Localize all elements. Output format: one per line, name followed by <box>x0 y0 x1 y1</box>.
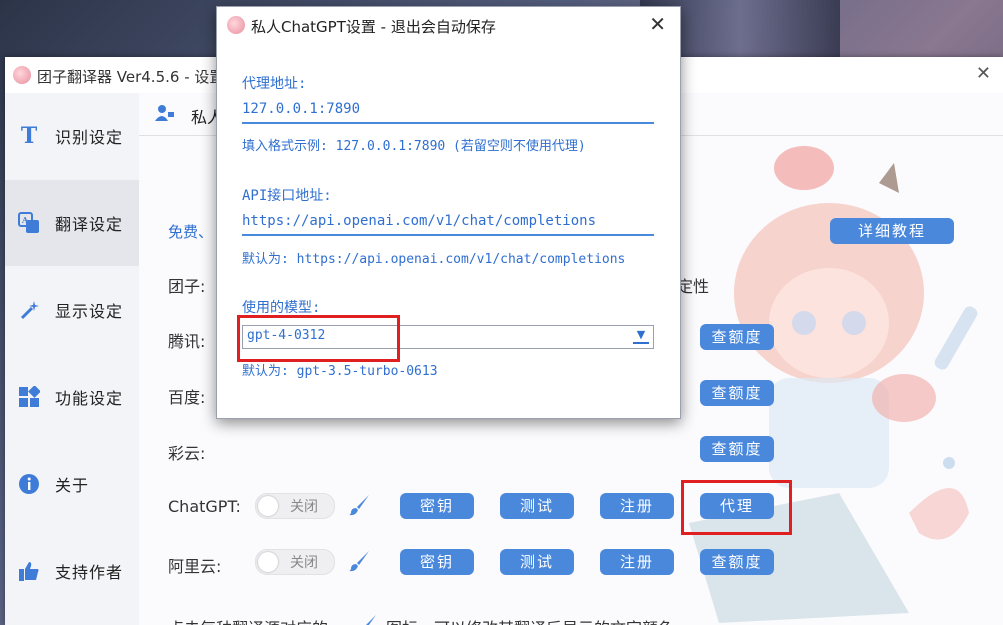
svg-text:A: A <box>21 215 29 225</box>
aliyun-test-button[interactable]: 测试 <box>500 549 574 575</box>
toggle-state: 关闭 <box>290 499 318 515</box>
proxy-label: 代理地址: <box>242 76 307 92</box>
app-logo-icon <box>227 16 245 34</box>
sidebar-item-label: 显示设定 <box>55 302 124 321</box>
close-icon[interactable]: ✕ <box>976 63 991 84</box>
row-label-aliyun: 阿里云: <box>168 557 222 576</box>
aliyun-quota-button[interactable]: 查额度 <box>700 549 774 575</box>
row-label-baidu: 百度: <box>168 388 206 407</box>
dialog-title: 私人ChatGPT设置 - 退出会自动保存 <box>251 18 496 36</box>
chatgpt-test-button[interactable]: 测试 <box>500 493 574 519</box>
sidebar-item-label: 支持作者 <box>55 563 124 582</box>
window-title: 团子翻译器 Ver4.5.6 - 设置 <box>37 68 225 86</box>
sidebar-item-label: 关于 <box>55 476 90 495</box>
chevron-down-icon[interactable]: ▼ <box>633 328 649 344</box>
footer-hint-suffix: 图标，可以修改其翻译后显示的文字颜色 <box>386 615 674 625</box>
aliyun-key-button[interactable]: 密钥 <box>400 549 474 575</box>
row-label-caiyun: 彩云: <box>168 444 206 463</box>
sidebar: T 识别设定 A 翻译设定 显示设定 功能设定 关于 支持作者 <box>5 93 139 625</box>
chatgpt-key-button[interactable]: 密钥 <box>400 493 474 519</box>
tencent-quota-button[interactable]: 查额度 <box>700 324 774 350</box>
highlight-box-model <box>237 315 400 362</box>
footer-hint-prefix: 点击每种翻译源对应的 <box>168 615 328 625</box>
apps-grid-icon <box>17 385 41 409</box>
intro-text: 免费、 <box>168 223 214 241</box>
chatgpt-register-button[interactable]: 注册 <box>600 493 674 519</box>
sidebar-item-about[interactable]: 关于 <box>5 441 139 527</box>
caiyun-quota-button[interactable]: 查额度 <box>700 436 774 462</box>
sidebar-item-recognition[interactable]: T 识别设定 <box>5 93 139 179</box>
sidebar-item-support[interactable]: 支持作者 <box>5 528 139 614</box>
brush-icon[interactable] <box>348 550 370 572</box>
toggle-state: 关闭 <box>290 555 318 571</box>
text-t-icon: T <box>20 123 38 149</box>
row-label-tuanzi: 团子: <box>168 277 206 296</box>
brush-icon[interactable] <box>348 494 370 516</box>
highlight-box-proxy <box>681 480 792 535</box>
aliyun-register-button[interactable]: 注册 <box>600 549 674 575</box>
row-label-tencent: 腾讯: <box>168 332 206 351</box>
chatgpt-settings-dialog: 私人ChatGPT设置 - 退出会自动保存 ✕ 代理地址: 127.0.0.1:… <box>216 6 681 419</box>
sidebar-item-label: 功能设定 <box>55 389 124 408</box>
sidebar-item-label: 翻译设定 <box>55 215 124 234</box>
user-lock-icon <box>155 105 174 121</box>
sidebar-item-label: 识别设定 <box>55 128 124 147</box>
api-url-default: 默认为: https://api.openai.com/v1/chat/comp… <box>242 252 626 267</box>
aliyun-toggle[interactable]: 关闭 <box>255 549 335 575</box>
tutorial-button[interactable]: 详细教程 <box>830 218 954 244</box>
info-icon <box>17 472 41 496</box>
row-suffix-text: 定性 <box>677 277 710 296</box>
row-label-chatgpt: ChatGPT: <box>168 497 241 516</box>
model-label: 使用的模型: <box>242 300 321 316</box>
api-url-input[interactable]: https://api.openai.com/v1/chat/completio… <box>242 210 654 236</box>
chatgpt-toggle[interactable]: 关闭 <box>255 493 335 519</box>
sidebar-item-translation[interactable]: A 翻译设定 <box>5 180 139 266</box>
close-icon[interactable]: ✕ <box>649 12 666 36</box>
app-logo-icon <box>13 66 31 84</box>
toggle-knob <box>258 552 278 572</box>
sidebar-item-features[interactable]: 功能设定 <box>5 354 139 440</box>
proxy-hint: 填入格式示例: 127.0.0.1:7890 (若留空则不使用代理) <box>242 139 586 154</box>
sidebar-item-display[interactable]: 显示设定 <box>5 267 139 353</box>
model-default: 默认为: gpt-3.5-turbo-0613 <box>242 364 438 379</box>
toggle-knob <box>258 496 278 516</box>
proxy-input[interactable]: 127.0.0.1:7890 <box>242 98 654 124</box>
brush-icon <box>366 615 376 625</box>
api-url-label: API接口地址: <box>242 188 332 204</box>
sparkle-wand-icon <box>17 298 41 322</box>
translate-icon: A <box>17 211 41 235</box>
thumbs-up-icon <box>17 559 41 583</box>
baidu-quota-button[interactable]: 查额度 <box>700 380 774 406</box>
